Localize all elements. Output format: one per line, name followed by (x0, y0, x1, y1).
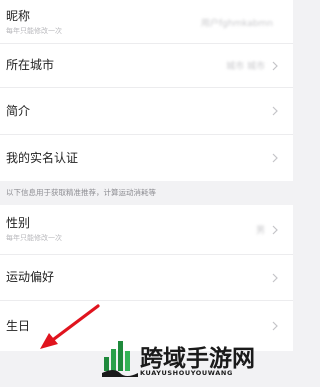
chevron-right-icon (272, 225, 278, 234)
row-value: 用户fghmkabmn (200, 19, 273, 29)
profile-card-bottom: 性别 每年只能修改一次 男 运动偏好 生日 (0, 205, 293, 351)
row-label: 生日 (6, 318, 31, 333)
row-nickname[interactable]: 昵称 每年只能修改一次 用户fghmkabmn (0, 2, 293, 44)
row-label: 简介 (6, 103, 31, 118)
row-sublabel: 每年只能修改一次 (6, 234, 62, 242)
row-label: 性别 (6, 216, 31, 230)
row-label: 我的实名认证 (6, 150, 79, 165)
row-real-name-verification[interactable]: 我的实名认证 (0, 135, 293, 181)
watermark-name-en: KUAYUSHOUYOUWANG (140, 369, 233, 377)
chevron-right-icon (272, 153, 278, 163)
row-birthday[interactable]: 生日 (0, 301, 293, 351)
chevron-right-icon (272, 321, 278, 331)
profile-card-top: 昵称 每年只能修改一次 用户fghmkabmn 所在城市 城市 城市 简介 我的… (0, 0, 293, 181)
chevron-right-icon (272, 61, 278, 70)
row-label: 运动偏好 (6, 270, 55, 284)
row-sport-preference[interactable]: 运动偏好 (0, 255, 293, 301)
section-note: 以下信息用于获取精准推荐，计算运动消耗等 (0, 181, 293, 205)
row-label: 昵称 (6, 9, 31, 23)
chevron-right-icon (272, 273, 278, 282)
chevron-right-icon (272, 106, 278, 116)
row-gender[interactable]: 性别 每年只能修改一次 男 (0, 205, 293, 255)
row-bio[interactable]: 简介 (0, 88, 293, 135)
row-value: 男 (255, 226, 265, 236)
row-sublabel: 每年只能修改一次 (6, 27, 62, 35)
row-label: 所在城市 (6, 58, 55, 72)
row-value: 城市 城市 (226, 62, 265, 72)
row-city[interactable]: 所在城市 城市 城市 (0, 44, 293, 88)
